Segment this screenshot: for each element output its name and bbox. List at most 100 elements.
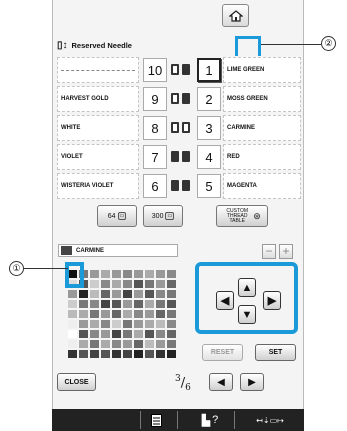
palette-color-cell[interactable]: [145, 270, 154, 278]
palette-color-cell[interactable]: [145, 310, 154, 318]
palette-color-cell[interactable]: [156, 330, 165, 338]
palette-color-cell[interactable]: [134, 300, 143, 308]
palette-color-cell[interactable]: [112, 280, 121, 288]
palette-color-cell[interactable]: [167, 330, 176, 338]
home-button[interactable]: [222, 4, 249, 27]
palette-color-cell[interactable]: [123, 310, 132, 318]
palette-color-cell[interactable]: [156, 350, 165, 358]
palette-color-cell[interactable]: [90, 340, 99, 348]
palette-color-cell[interactable]: [79, 330, 88, 338]
arrow-right-button[interactable]: ▶: [263, 291, 281, 310]
palette-color-cell[interactable]: [134, 280, 143, 288]
palette-color-cell[interactable]: [145, 350, 154, 358]
palette-color-cell[interactable]: [145, 330, 154, 338]
palette-color-cell[interactable]: [167, 290, 176, 298]
palette-color-cell[interactable]: [90, 330, 99, 338]
palette-color-cell[interactable]: [134, 290, 143, 298]
palette-color-cell[interactable]: [123, 350, 132, 358]
right-needle-number[interactable]: 3: [197, 116, 221, 140]
palette-64-button[interactable]: 64 ▭: [97, 205, 137, 227]
document-icon[interactable]: [148, 412, 164, 428]
prev-page-button[interactable]: ◀: [209, 373, 233, 391]
left-needle-number[interactable]: 10: [143, 58, 167, 82]
palette-color-cell[interactable]: [112, 270, 121, 278]
palette-color-cell[interactable]: [90, 320, 99, 328]
left-needle-number[interactable]: 9: [143, 87, 167, 111]
palette-color-cell[interactable]: [101, 270, 110, 278]
palette-color-cell[interactable]: [134, 340, 143, 348]
left-needle-number[interactable]: 6: [143, 174, 167, 198]
palette-color-cell[interactable]: [134, 350, 143, 358]
palette-color-cell[interactable]: [79, 350, 88, 358]
palette-color-cell[interactable]: [101, 320, 110, 328]
palette-color-cell[interactable]: [79, 290, 88, 298]
palette-color-cell[interactable]: [123, 300, 132, 308]
plus-button[interactable]: +: [279, 244, 293, 259]
palette-color-cell[interactable]: [156, 280, 165, 288]
palette-color-cell[interactable]: [112, 310, 121, 318]
palette-color-cell[interactable]: [68, 320, 77, 328]
palette-color-cell[interactable]: [156, 290, 165, 298]
palette-color-cell[interactable]: [68, 300, 77, 308]
arrow-up-button[interactable]: ▲: [238, 278, 256, 297]
palette-color-cell[interactable]: [90, 350, 99, 358]
palette-color-cell[interactable]: [90, 270, 99, 278]
palette-color-cell[interactable]: [134, 310, 143, 318]
reset-button[interactable]: RESET: [202, 344, 243, 361]
palette-color-cell[interactable]: [79, 320, 88, 328]
left-needle-number[interactable]: 8: [143, 116, 167, 140]
custom-thread-table-button[interactable]: CUSTOM THREAD TABLE ⊛: [216, 205, 268, 227]
set-button[interactable]: SET: [255, 344, 296, 361]
palette-color-cell[interactable]: [167, 350, 176, 358]
palette-color-cell[interactable]: [134, 320, 143, 328]
palette-color-cell[interactable]: [101, 340, 110, 348]
palette-color-cell[interactable]: [112, 340, 121, 348]
palette-color-cell[interactable]: [156, 340, 165, 348]
palette-color-cell[interactable]: [156, 270, 165, 278]
palette-color-cell[interactable]: [112, 350, 121, 358]
palette-color-cell[interactable]: [112, 330, 121, 338]
next-page-button[interactable]: ▶: [240, 373, 264, 391]
palette-color-cell[interactable]: [167, 310, 176, 318]
palette-color-cell[interactable]: [112, 300, 121, 308]
palette-color-cell[interactable]: [68, 290, 77, 298]
palette-color-cell[interactable]: [123, 270, 132, 278]
minus-button[interactable]: −: [262, 244, 276, 259]
palette-color-cell[interactable]: [123, 330, 132, 338]
palette-color-cell[interactable]: [68, 350, 77, 358]
palette-color-cell[interactable]: [145, 340, 154, 348]
palette-color-cell[interactable]: [112, 320, 121, 328]
palette-color-cell[interactable]: [167, 280, 176, 288]
palette-color-cell[interactable]: [156, 310, 165, 318]
palette-color-cell[interactable]: [79, 340, 88, 348]
palette-color-cell[interactable]: [90, 290, 99, 298]
thread-cutter-button[interactable]: ↤⇣▭↦: [242, 412, 298, 428]
palette-color-cell[interactable]: [101, 280, 110, 288]
palette-color-cell[interactable]: [90, 300, 99, 308]
palette-color-cell[interactable]: [134, 330, 143, 338]
right-needle-number[interactable]: 4: [197, 145, 221, 169]
palette-color-cell[interactable]: [167, 320, 176, 328]
palette-color-cell[interactable]: [145, 280, 154, 288]
palette-color-cell[interactable]: [134, 270, 143, 278]
palette-color-cell[interactable]: [101, 290, 110, 298]
palette-300-button[interactable]: 300 ▭: [143, 205, 183, 227]
palette-color-cell[interactable]: [123, 320, 132, 328]
right-needle-number[interactable]: 1: [197, 58, 221, 82]
palette-color-cell[interactable]: [68, 340, 77, 348]
palette-color-cell[interactable]: [101, 300, 110, 308]
right-needle-number[interactable]: 2: [197, 87, 221, 111]
right-needle-number[interactable]: 5: [197, 174, 221, 198]
palette-color-cell[interactable]: [79, 310, 88, 318]
palette-color-cell[interactable]: [112, 290, 121, 298]
palette-color-cell[interactable]: [68, 330, 77, 338]
palette-color-cell[interactable]: [123, 340, 132, 348]
arrow-down-button[interactable]: ▼: [238, 305, 256, 324]
palette-color-cell[interactable]: [156, 320, 165, 328]
left-needle-number[interactable]: 7: [143, 145, 167, 169]
palette-color-cell[interactable]: [101, 330, 110, 338]
palette-color-cell[interactable]: [79, 300, 88, 308]
palette-color-cell[interactable]: [145, 290, 154, 298]
help-button[interactable]: ▙ ?: [195, 412, 225, 428]
palette-color-cell[interactable]: [123, 290, 132, 298]
